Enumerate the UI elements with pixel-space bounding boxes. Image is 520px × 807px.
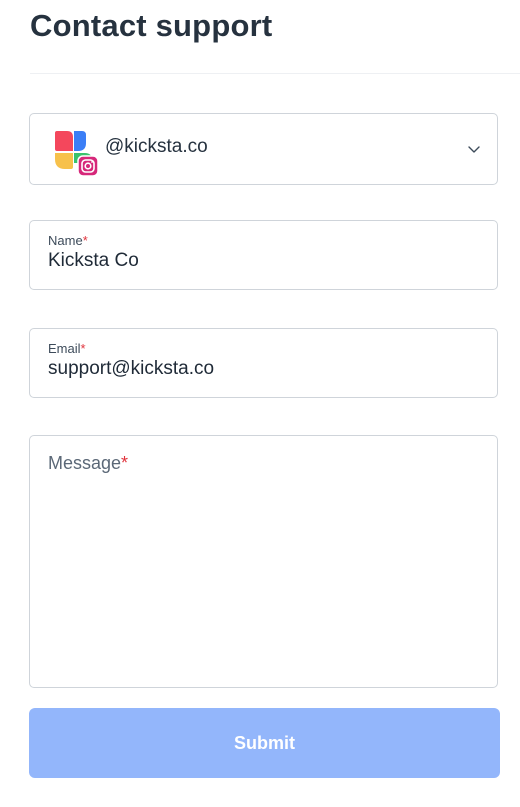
- email-field[interactable]: Email*: [29, 328, 498, 398]
- submit-button[interactable]: Submit: [29, 708, 500, 778]
- name-label: Name*: [48, 233, 88, 248]
- account-select[interactable]: @kicksta.co: [29, 113, 498, 185]
- page-title: Contact support: [30, 8, 273, 43]
- required-mark: *: [121, 453, 129, 473]
- account-handle: @kicksta.co: [105, 136, 208, 157]
- message-placeholder: Message*: [48, 453, 129, 473]
- email-input[interactable]: [48, 358, 468, 380]
- name-input[interactable]: [48, 250, 468, 272]
- required-mark: *: [80, 341, 86, 356]
- instagram-icon: [77, 155, 99, 177]
- header-divider: [30, 73, 520, 74]
- name-field[interactable]: Name*: [29, 220, 498, 290]
- message-textarea[interactable]: Message*: [29, 435, 498, 688]
- chevron-down-icon[interactable]: [467, 142, 481, 156]
- kicksta-logo-icon: [55, 131, 99, 177]
- required-mark: *: [82, 233, 88, 248]
- email-label: Email*: [48, 341, 86, 356]
